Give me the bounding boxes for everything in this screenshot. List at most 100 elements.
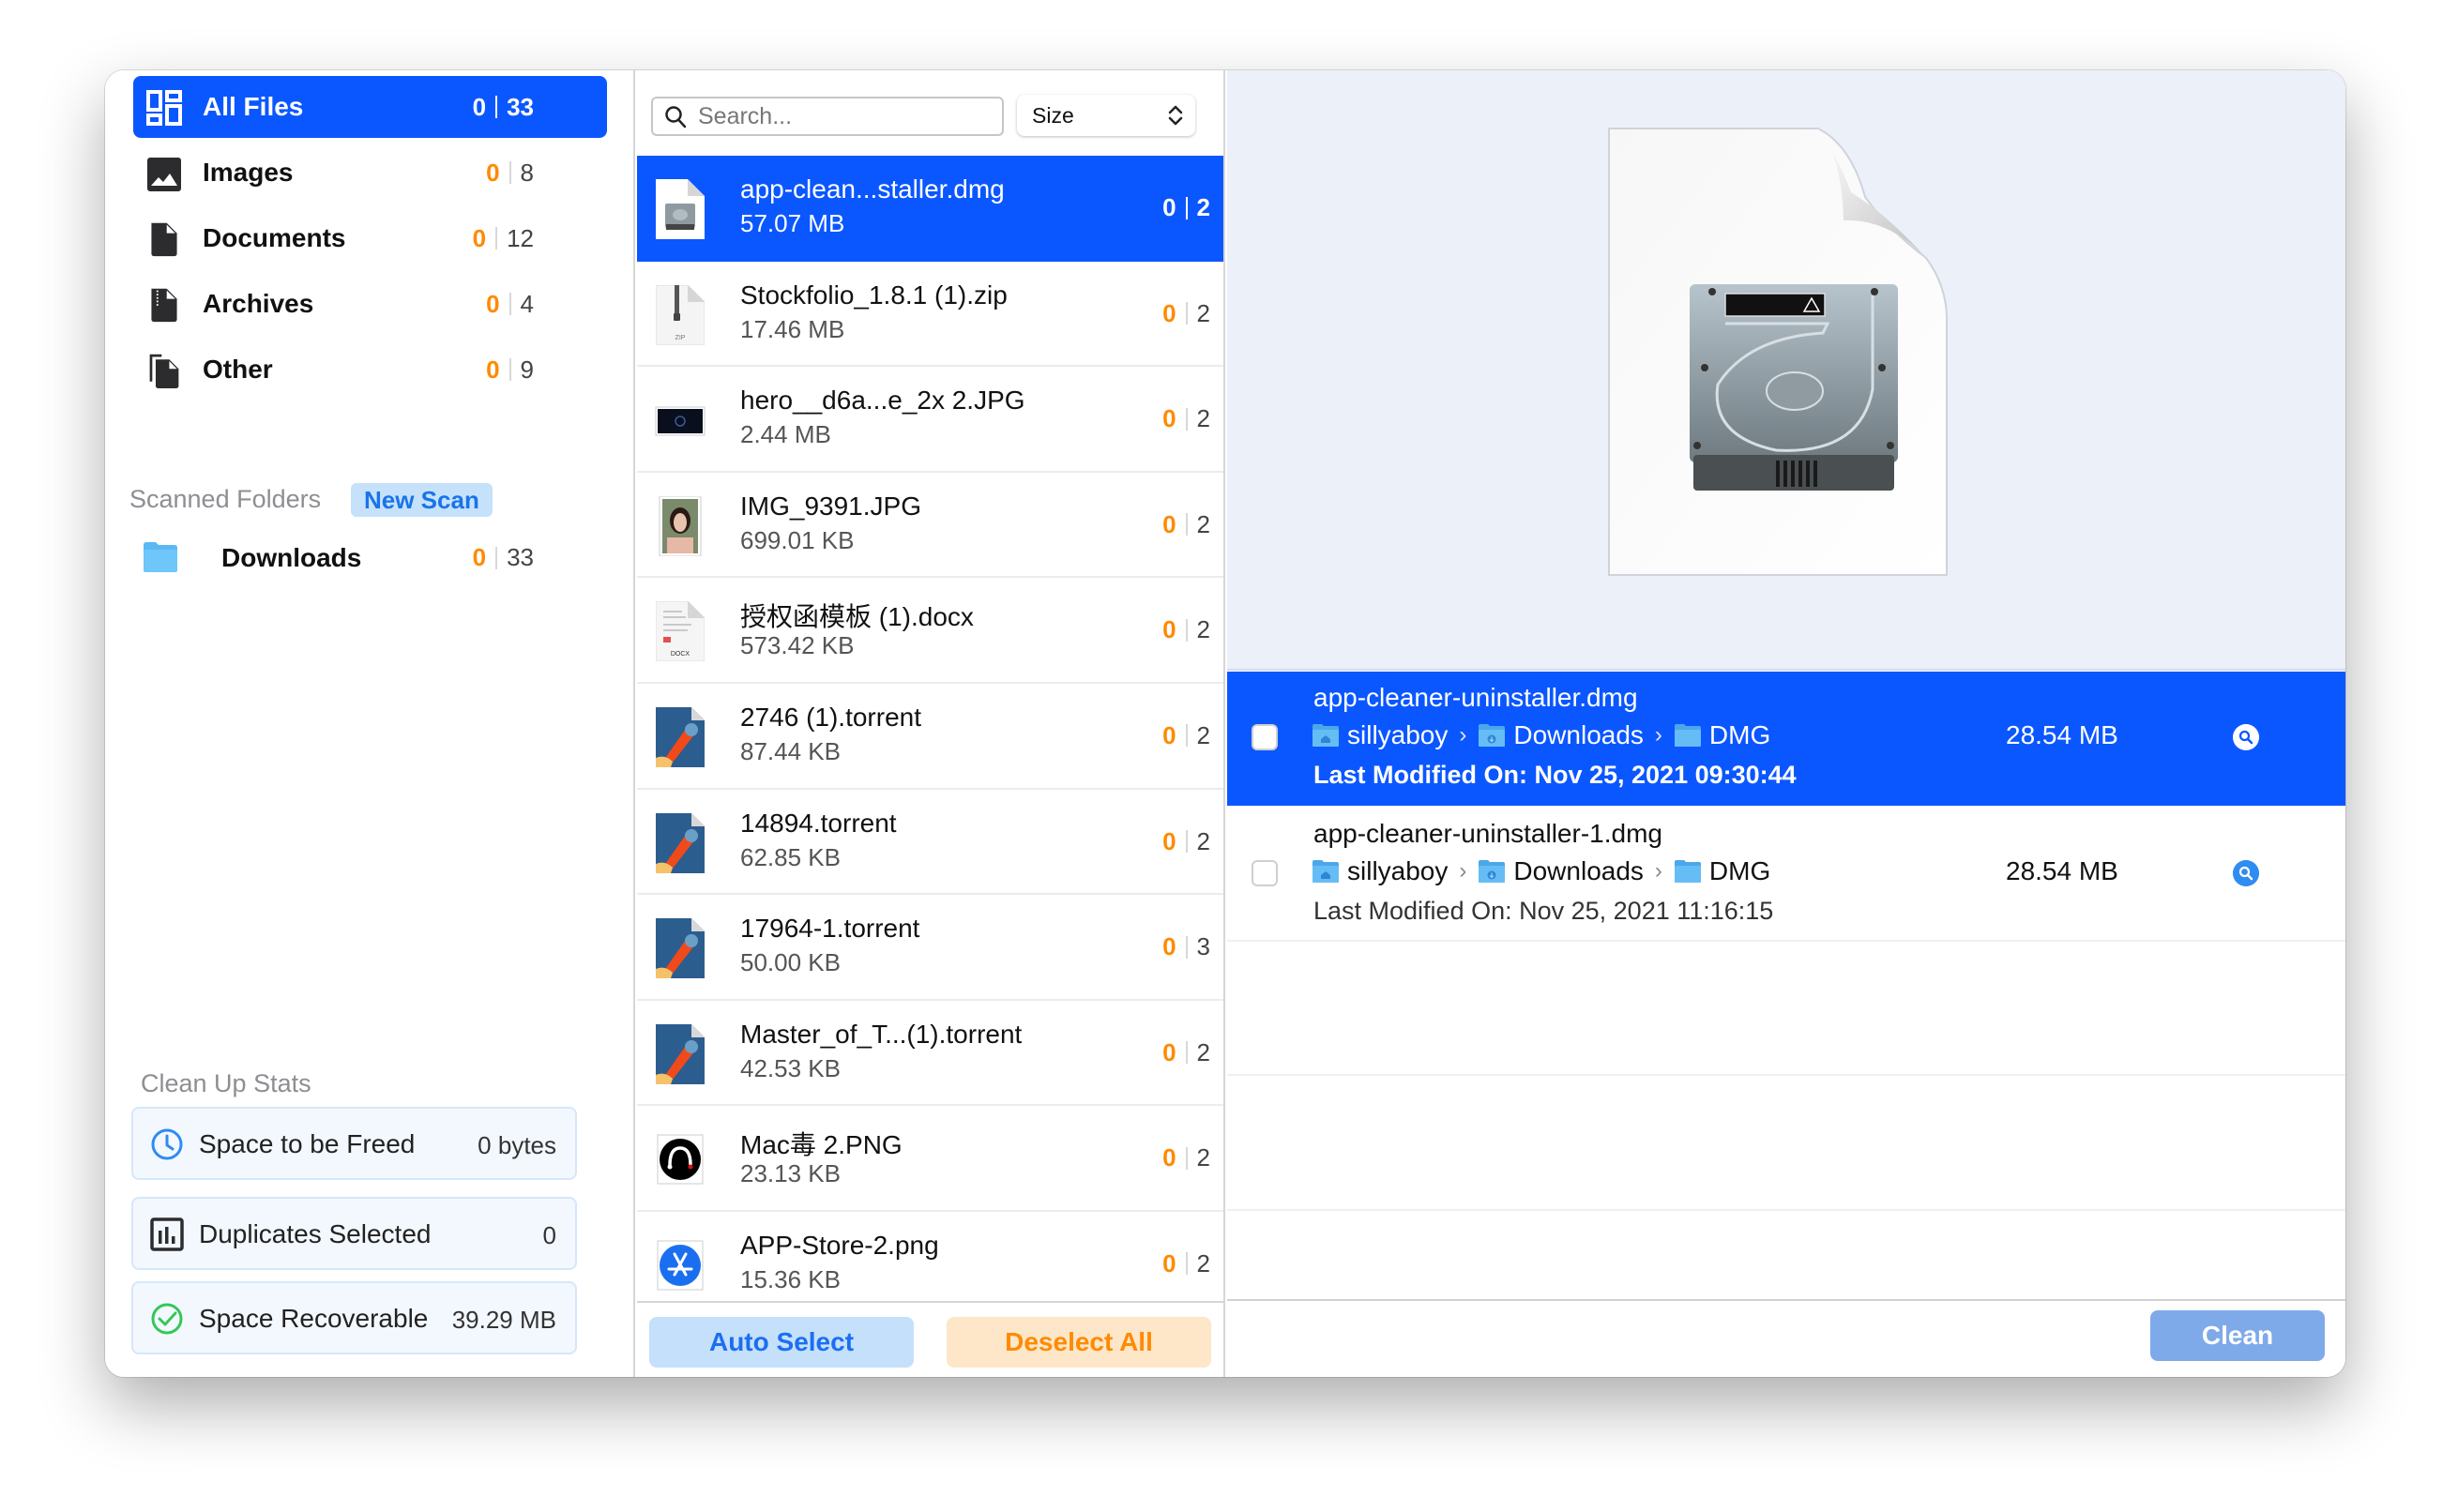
- sidebar-item-label: Archives: [203, 289, 314, 318]
- reveal-in-finder-icon[interactable]: [2233, 724, 2259, 750]
- selected-count: 0: [1162, 720, 1176, 749]
- file-row[interactable]: Mac毒 2.PNG 23.13 KB 0 2: [637, 1106, 1223, 1212]
- scanned-folders-heading: Scanned Folders: [129, 485, 322, 513]
- file-list: app-clean...staller.dmg 57.07 MB 0 2 ZIP Stoc…: [637, 156, 1223, 1304]
- stat-label: Space to be Freed: [199, 1129, 416, 1158]
- count-separator: [495, 546, 498, 569]
- count-badge: 0 8: [486, 159, 534, 188]
- search-field[interactable]: [651, 97, 1004, 136]
- stat-space-to-be-freed: Space to be Freed 0 bytes: [131, 1107, 577, 1180]
- selected-count: 0: [1162, 1143, 1176, 1172]
- file-row[interactable]: IMG_9391.JPG 699.01 KB 0 2: [637, 473, 1223, 579]
- path-segment: sillyaboy: [1347, 856, 1449, 885]
- file-row[interactable]: 14894.torrent 62.85 KB 0 2: [637, 790, 1223, 896]
- count-separator: [1185, 1146, 1188, 1170]
- duplicate-row[interactable]: app-cleaner-uninstaller-1.dmg sillyaboy › D…: [1227, 808, 2345, 942]
- count-badge: 02: [1162, 299, 1210, 328]
- image-icon: [147, 158, 181, 191]
- count-badge: 0 12: [473, 224, 534, 253]
- deselect-all-button[interactable]: Deselect All: [947, 1317, 1211, 1368]
- sidebar-item-images[interactable]: Images 0 8: [133, 142, 607, 204]
- total-count: 2: [1196, 1248, 1210, 1278]
- torrent-file-icon: [656, 706, 705, 767]
- duplicate-file-name: app-cleaner-uninstaller.dmg: [1313, 683, 1638, 712]
- file-list-footer: Auto Select Deselect All: [637, 1301, 1223, 1377]
- new-scan-button[interactable]: New Scan: [351, 483, 493, 517]
- count-separator: [1185, 724, 1188, 748]
- file-row[interactable]: ZIP Stockfolio_1.8.1 (1).zip 17.46 MB 0 2: [637, 262, 1223, 368]
- path-segment: DMG: [1708, 856, 1771, 885]
- total-count: 9: [520, 355, 534, 384]
- folder-item-downloads[interactable]: Downloads 0 33: [133, 532, 607, 586]
- selected-count: 0: [486, 158, 500, 187]
- file-row[interactable]: 2746 (1).torrent 87.44 KB 0 2: [637, 684, 1223, 790]
- duplicate-file-size: 28.54 MB: [2006, 720, 2118, 749]
- reveal-in-finder-icon[interactable]: [2233, 860, 2259, 886]
- folder-icon: [144, 542, 177, 572]
- stat-label: Space Recoverable: [199, 1304, 429, 1333]
- file-row[interactable]: 17964-1.torrent 50.00 KB 0 3: [637, 895, 1223, 1001]
- select-checkbox[interactable]: [1252, 860, 1278, 886]
- file-size: 62.85 KB: [740, 842, 841, 871]
- chevron-right-icon: ›: [1654, 858, 1662, 884]
- selected-count: 0: [486, 289, 500, 318]
- chevron-right-icon: ›: [1654, 722, 1662, 748]
- file-size: 17.46 MB: [740, 314, 845, 343]
- selected-count: 0: [1162, 615, 1176, 644]
- clean-button[interactable]: Clean: [2150, 1310, 2325, 1361]
- sort-value: Size: [1032, 103, 1074, 128]
- file-row[interactable]: hero__d6a...e_2x 2.JPG 2.44 MB 0 2: [637, 367, 1223, 473]
- count-badge: 02: [1162, 615, 1210, 644]
- count-separator: [508, 293, 511, 315]
- file-size: 87.44 KB: [740, 736, 841, 765]
- auto-select-button[interactable]: Auto Select: [649, 1317, 914, 1368]
- sidebar-item-documents[interactable]: Documents 0 12: [133, 207, 607, 269]
- selected-count: 0: [1162, 404, 1176, 433]
- file-row[interactable]: app-clean...staller.dmg 57.07 MB 0 2: [637, 156, 1223, 262]
- select-checkbox[interactable]: [1252, 724, 1278, 750]
- last-modified: Last Modified On: Nov 25, 2021 11:16:15: [1313, 897, 1774, 925]
- file-row[interactable]: DOCX 授权函模板 (1).docx 573.42 KB 0 2: [637, 578, 1223, 684]
- file-row[interactable]: APP-Store-2.png 15.36 KB 0 2: [637, 1212, 1223, 1304]
- sidebar-item-other[interactable]: Other 0 9: [133, 339, 607, 401]
- file-path: sillyaboy › Downloads › DMG: [1312, 720, 1770, 750]
- sidebar-item-label: All Files: [203, 92, 304, 121]
- selected-count: 0: [472, 223, 487, 252]
- count-badge: 02: [1162, 721, 1210, 750]
- clock-icon: [151, 1128, 183, 1160]
- image-thumbnail: [655, 406, 706, 436]
- sidebar-item-archives[interactable]: Archives 0 4: [133, 273, 607, 335]
- file-path: sillyaboy › Downloads › DMG: [1312, 856, 1770, 886]
- grid-icon: [146, 90, 182, 126]
- total-count: 33: [507, 543, 534, 571]
- path-segment: DMG: [1708, 720, 1771, 749]
- stat-space-recoverable: Space Recoverable 39.29 MB: [131, 1281, 577, 1354]
- search-input[interactable]: [698, 102, 998, 130]
- selected-count: 0: [1162, 826, 1176, 855]
- sort-dropdown[interactable]: Size: [1017, 95, 1195, 136]
- duplicate-row[interactable]: app-cleaner-uninstaller.dmg sillyaboy › Dow…: [1227, 672, 2345, 806]
- list-divider: [1227, 940, 2345, 942]
- count-separator: [1185, 1041, 1188, 1065]
- sidebar-item-label: Images: [203, 158, 294, 187]
- sidebar-item-all-files[interactable]: All Files 0 33: [133, 76, 607, 138]
- list-divider: [1227, 1074, 2345, 1076]
- sidebar-item-label: Documents: [203, 223, 346, 252]
- file-name: 2746 (1).torrent: [740, 702, 921, 732]
- path-segment: sillyaboy: [1347, 720, 1449, 749]
- total-count: 2: [1196, 509, 1210, 538]
- dmg-disk-icon: [1608, 128, 1948, 576]
- duplicate-file-name: app-cleaner-uninstaller-1.dmg: [1313, 819, 1662, 848]
- file-name: Stockfolio_1.8.1 (1).zip: [740, 280, 1008, 310]
- file-row[interactable]: Master_of_T...(1).torrent 42.53 KB 0 2: [637, 1001, 1223, 1107]
- total-count: 33: [507, 92, 534, 121]
- total-count: 8: [520, 158, 534, 187]
- path-segment: Downloads: [1513, 720, 1644, 749]
- file-name: Master_of_T...(1).torrent: [740, 1019, 1023, 1049]
- file-name: app-clean...staller.dmg: [740, 174, 1005, 204]
- file-name: IMG_9391.JPG: [740, 491, 921, 521]
- count-separator: [1185, 618, 1188, 642]
- file-name: 17964-1.torrent: [740, 914, 920, 944]
- selected-count: 0: [486, 355, 500, 384]
- clean-up-stats-heading: Clean Up Stats: [141, 1069, 311, 1097]
